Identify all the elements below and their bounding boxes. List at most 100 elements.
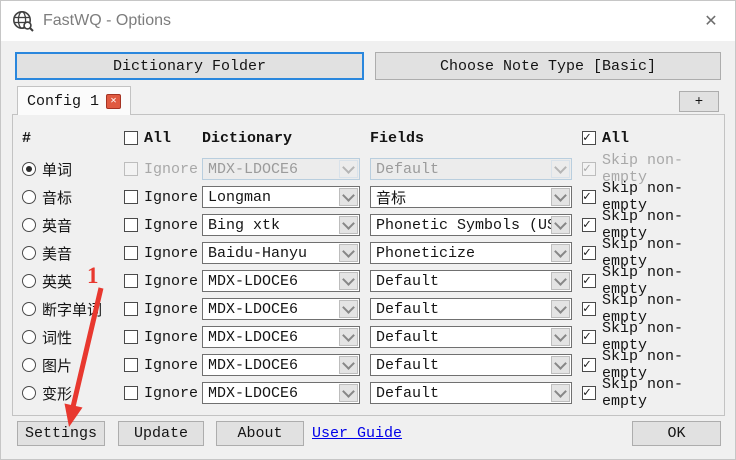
title-bar: FastWQ - Options ✕ <box>1 1 735 41</box>
config-row: 美音 Ignore Baidu-Hanyu Phoneticize ✓ Skip… <box>13 236 724 270</box>
dictionary-select[interactable]: Baidu-Hanyu <box>202 242 360 264</box>
field-value: Phonetic Symbols (US) <box>376 216 566 234</box>
dictionary-value: Bing xtk <box>208 216 281 234</box>
word-type-radio[interactable] <box>22 330 36 344</box>
close-window-button[interactable]: ✕ <box>700 10 722 32</box>
word-type-radio[interactable] <box>22 302 36 316</box>
chevron-down-icon <box>551 356 570 374</box>
options-dialog: FastWQ - Options ✕ Dictionary Folder Cho… <box>0 0 736 460</box>
chevron-down-icon <box>339 160 358 178</box>
dictionary-select[interactable]: MDX-LDOCE6 <box>202 382 360 404</box>
tab-config-1[interactable]: Config 1 ✕ <box>17 86 131 115</box>
skip-non-empty-checkbox[interactable] <box>582 329 596 344</box>
word-type-label: 断字单词 <box>42 302 103 320</box>
field-value: Default <box>376 272 440 290</box>
field-select[interactable]: Default <box>370 326 572 348</box>
skip-non-empty-checkbox[interactable] <box>582 273 596 288</box>
add-config-button[interactable]: + <box>679 91 719 112</box>
field-value: 音标 <box>376 190 407 208</box>
skip-non-empty-label: Skip non-empty <box>602 376 684 410</box>
ignore-label: Ignore <box>144 300 199 318</box>
config-panel: # All Dictionary Fields All 单词 Ignore <box>12 114 725 416</box>
ignore-checkbox[interactable] <box>124 302 138 316</box>
settings-button[interactable]: Settings <box>17 421 105 446</box>
choose-note-type-button[interactable]: Choose Note Type [Basic] <box>375 52 721 80</box>
ignore-label: Ignore <box>144 160 199 178</box>
field-value: Default <box>376 328 440 346</box>
chevron-down-icon <box>551 244 570 262</box>
dictionary-value: MDX-LDOCE6 <box>208 300 299 318</box>
word-type-radio[interactable] <box>22 190 36 204</box>
word-type-label: 美音 <box>42 246 73 264</box>
skip-non-empty-checkbox[interactable] <box>582 217 596 232</box>
ignore-checkbox[interactable] <box>124 246 138 260</box>
update-button[interactable]: Update <box>118 421 204 446</box>
word-type-radio[interactable] <box>22 246 36 260</box>
ok-button[interactable]: OK <box>632 421 721 446</box>
dictionary-select[interactable]: Bing xtk <box>202 214 360 236</box>
config-row: 英英 Ignore MDX-LDOCE6 Default Ski <box>13 264 724 298</box>
dictionary-folder-button[interactable]: Dictionary Folder <box>15 52 364 80</box>
skip-non-empty-checkbox[interactable] <box>582 385 596 400</box>
field-select[interactable]: Phonetic Symbols (US) <box>370 214 572 236</box>
field-select[interactable]: 音标 <box>370 186 572 208</box>
column-header-all-right: All <box>602 129 630 147</box>
field-value: Default <box>376 160 440 178</box>
skip-non-empty-checkbox[interactable] <box>582 301 596 316</box>
ignore-checkbox[interactable] <box>124 274 138 288</box>
ignore-label: Ignore <box>144 216 199 234</box>
chevron-down-icon <box>551 272 570 290</box>
dictionary-value: Longman <box>208 188 272 206</box>
about-button[interactable]: About <box>216 421 304 446</box>
app-globe-search-icon <box>13 11 34 32</box>
chevron-down-icon <box>339 244 358 262</box>
field-select[interactable]: Default <box>370 354 572 376</box>
all-ignore-checkbox[interactable] <box>124 131 138 145</box>
config-row: 词性 Ignore MDX-LDOCE6 Default Ski <box>13 320 724 354</box>
dictionary-select[interactable]: MDX-LDOCE6 <box>202 354 360 376</box>
chevron-down-icon <box>339 384 358 402</box>
dictionary-select[interactable]: MDX-LDOCE6 <box>202 326 360 348</box>
field-select[interactable]: Default <box>370 382 572 404</box>
skip-non-empty-checkbox <box>582 161 596 176</box>
ignore-checkbox[interactable] <box>124 386 138 400</box>
word-type-radio[interactable] <box>22 218 36 232</box>
tab-label: Config 1 <box>26 92 99 110</box>
word-type-radio[interactable] <box>22 358 36 372</box>
skip-non-empty-checkbox[interactable] <box>582 245 596 260</box>
config-row: 图片 Ignore MDX-LDOCE6 Default Ski <box>13 348 724 382</box>
word-type-radio[interactable] <box>22 162 36 176</box>
dictionary-value: MDX-LDOCE6 <box>208 160 299 178</box>
tab-close-icon[interactable]: ✕ <box>106 93 121 109</box>
field-select[interactable]: Default <box>370 298 572 320</box>
word-type-radio[interactable] <box>22 274 36 288</box>
ignore-checkbox <box>124 162 138 176</box>
all-skip-checkbox[interactable] <box>582 130 596 145</box>
dictionary-select[interactable]: MDX-LDOCE6 <box>202 298 360 320</box>
ignore-label: Ignore <box>144 244 199 262</box>
chevron-down-icon <box>339 188 358 206</box>
column-header-dictionary: Dictionary <box>202 129 293 147</box>
field-select[interactable]: Phoneticize <box>370 242 572 264</box>
skip-non-empty-checkbox[interactable] <box>582 357 596 372</box>
word-type-label: 图片 <box>42 358 73 376</box>
dictionary-value: MDX-LDOCE6 <box>208 328 299 346</box>
column-header-fields: Fields <box>370 129 425 147</box>
dictionary-select[interactable]: MDX-LDOCE6 <box>202 270 360 292</box>
ignore-checkbox[interactable] <box>124 218 138 232</box>
skip-non-empty-checkbox[interactable] <box>582 189 596 204</box>
chevron-down-icon <box>551 384 570 402</box>
ignore-label: Ignore <box>144 328 199 346</box>
word-type-radio[interactable] <box>22 386 36 400</box>
field-select[interactable]: Default <box>370 270 572 292</box>
ignore-checkbox[interactable] <box>124 330 138 344</box>
user-guide-link[interactable]: User Guide <box>312 425 402 442</box>
chevron-down-icon <box>339 272 358 290</box>
word-type-label: 词性 <box>42 330 73 348</box>
ignore-checkbox[interactable] <box>124 358 138 372</box>
dictionary-value: Baidu-Hanyu <box>208 244 308 262</box>
ignore-checkbox[interactable] <box>124 190 138 204</box>
chevron-down-icon <box>551 188 570 206</box>
dictionary-select[interactable]: Longman <box>202 186 360 208</box>
word-type-label: 变形 <box>42 386 73 404</box>
